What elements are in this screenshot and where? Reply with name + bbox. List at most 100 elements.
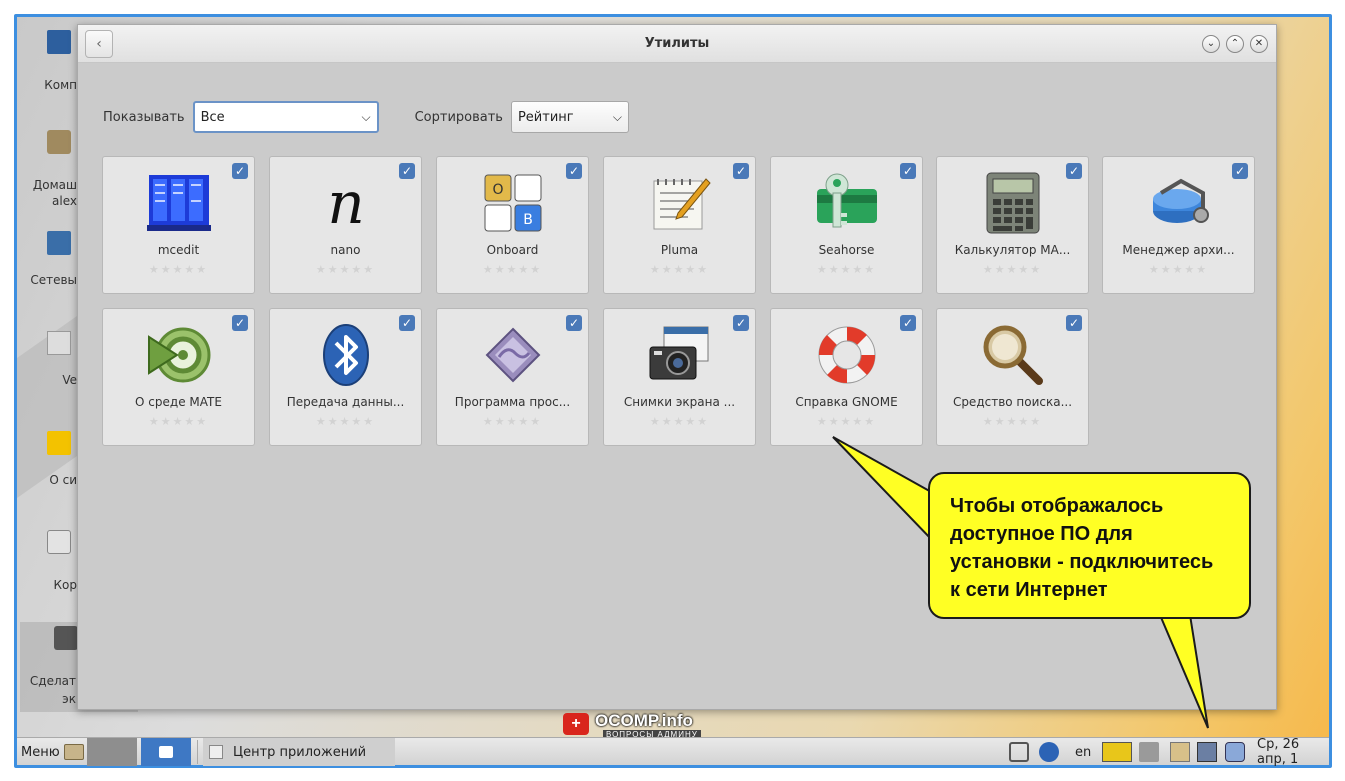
app-tile-gnome-help[interactable]: ✓ Справка GNOME ★★★★★ [770,308,923,446]
app-tile-bluetooth[interactable]: ✓ Передача данны... ★★★★★ [269,308,422,446]
clipboard-icon[interactable] [1170,742,1190,762]
chevron-down-icon: ⌵ [361,109,371,124]
network-tray-icon[interactable] [1102,742,1132,762]
checkbox-checked[interactable]: ✓ [566,315,582,331]
app-tile-about-mate[interactable]: ✓ О среде MATE ★★★★★ [102,308,255,446]
watermark-logo-icon: + [563,713,589,735]
sort-label: Сортировать [414,109,503,125]
rating-stars: ★★★★★ [1148,263,1209,276]
app-name: Справка GNOME [795,395,898,409]
app-name: Средство поиска... [952,395,1073,409]
drive-icon [47,331,71,355]
checkbox-checked[interactable]: ✓ [1066,163,1082,179]
volume-icon[interactable] [1139,742,1159,762]
checkbox-checked[interactable]: ✓ [399,315,415,331]
alt-logo-icon [47,431,71,455]
app-tile-archive-manager[interactable]: ✓ Менеджер архи... ★★★★★ [1102,156,1255,294]
app-tile-pluma[interactable]: ✓ Pluma ★★★★★ [603,156,756,294]
menu-button[interactable]: Меню [21,738,84,766]
app-center-task-icon [209,745,223,759]
desktop-icon-label: Ve [62,373,77,387]
seahorse-icon [817,173,877,228]
workspace-1[interactable] [87,738,137,766]
checkbox-checked[interactable]: ✓ [733,315,749,331]
clock[interactable]: Ср, 26 апр, 1 [1257,737,1329,767]
trash-tray-icon[interactable] [1225,742,1245,762]
keyboard-layout-label: en [1075,744,1092,760]
desktop-icon-home[interactable]: Домаш alex [17,122,77,212]
desktop: Комп Домаш alex Сетевы Ve О си Кор Сдела… [14,14,1332,768]
checkbox-checked[interactable]: ✓ [232,315,248,331]
rating-stars: ★★★★★ [315,415,376,428]
app-center-small-icon [159,746,173,758]
desktop-icon-label: Комп [44,78,77,92]
app-name: Передача данны... [286,395,405,409]
desktop-icon-label: эк [62,692,76,706]
checkbox-checked[interactable]: ✓ [900,315,916,331]
onboard-key-b: B [523,212,533,228]
checkbox-checked[interactable]: ✓ [900,163,916,179]
checkbox-checked[interactable]: ✓ [733,163,749,179]
app-tile-onboard[interactable]: ✓ O B Onboard ★★★★★ [436,156,589,294]
taskbar: Меню Центр приложений en Ср, 26 апр, 1 [17,737,1329,767]
app-tile-viewer[interactable]: ✓ Программа прос... ★★★★★ [436,308,589,446]
computer-icon [47,30,71,54]
svg-text:n: n [327,171,364,235]
desktop-icon-computer[interactable]: Комп [17,22,77,92]
keyboard-layout[interactable]: en [1075,738,1091,766]
app-name: Seahorse [818,243,875,257]
app-tile-screenshot[interactable]: ✓ Снимки экрана ... ★★★★★ [603,308,756,446]
desktop-icon-trash[interactable]: Кор [17,522,77,602]
sort-select-value: Рейтинг [517,109,574,125]
rating-stars: ★★★★★ [982,263,1043,276]
app-tile-mcedit[interactable]: ✓ mcedit ★★★★★ [102,156,255,294]
desktop-icon-about[interactable]: О си [17,427,77,497]
camera-icon [54,626,78,650]
callout-line: к сети Интернет [950,579,1108,601]
app-name: Калькулятор МА... [954,243,1071,257]
desktop-icon-label: Домаш [32,178,77,192]
onboard-key-o: O [492,182,503,198]
sort-select[interactable]: Рейтинг ⌵ [510,101,629,133]
desktop-icon-ve[interactable]: Ve [17,327,77,397]
app-name: nano [330,243,361,257]
rating-stars: ★★★★★ [482,263,543,276]
maximize-button[interactable]: ⌃ [1226,35,1244,53]
checkbox-checked[interactable]: ✓ [232,163,248,179]
bluetooth-tray-icon[interactable] [1039,742,1059,762]
close-button[interactable]: ✕ [1250,35,1268,53]
app-tile-search-tool[interactable]: ✓ Средство поиска... ★★★★★ [936,308,1089,446]
help-lifebuoy-icon [818,326,876,384]
archive-manager-icon [1153,178,1209,223]
callout-line: установки - подключитесь [950,551,1214,573]
home-folder-icon [47,130,71,154]
app-name: О среде MATE [135,395,222,409]
show-select[interactable]: Все ⌵ [192,101,379,133]
chevron-down-icon: ⌄ [1206,38,1216,49]
checkbox-checked[interactable]: ✓ [1066,315,1082,331]
trash-icon [47,530,71,554]
search-tool-icon [983,325,1043,385]
callout-line: Чтобы отображалось [950,495,1164,517]
watermark-brand: OCOMP.info [595,711,693,730]
rating-stars: ★★★★★ [982,415,1043,428]
minimize-button[interactable]: ⌄ [1202,35,1220,53]
app-tile-calculator[interactable]: ✓ Калькулятор МА... ★★★★★ [936,156,1089,294]
app-tile-nano[interactable]: ✓ n nano ★★★★★ [269,156,422,294]
app-name: Программа прос... [454,395,571,409]
checkbox-checked[interactable]: ✓ [566,163,582,179]
printer-icon[interactable] [1009,742,1029,762]
checkbox-checked[interactable]: ✓ [1232,163,1248,179]
chevron-down-icon: ⌵ [612,109,622,124]
chevron-up-icon: ⌃ [1230,38,1240,49]
desktop-icon-network[interactable]: Сетевы [17,227,77,297]
app-name: Pluma [660,243,699,257]
rating-stars: ★★★★★ [148,263,209,276]
task-app-center[interactable]: Центр приложений [203,738,395,766]
rating-stars: ★★★★★ [816,263,877,276]
workspace-2[interactable] [141,738,191,766]
checkbox-checked[interactable]: ✓ [399,163,415,179]
rating-stars: ★★★★★ [649,415,710,428]
display-icon[interactable] [1197,742,1217,762]
app-tile-seahorse[interactable]: ✓ Seahorse ★★★★★ [770,156,923,294]
